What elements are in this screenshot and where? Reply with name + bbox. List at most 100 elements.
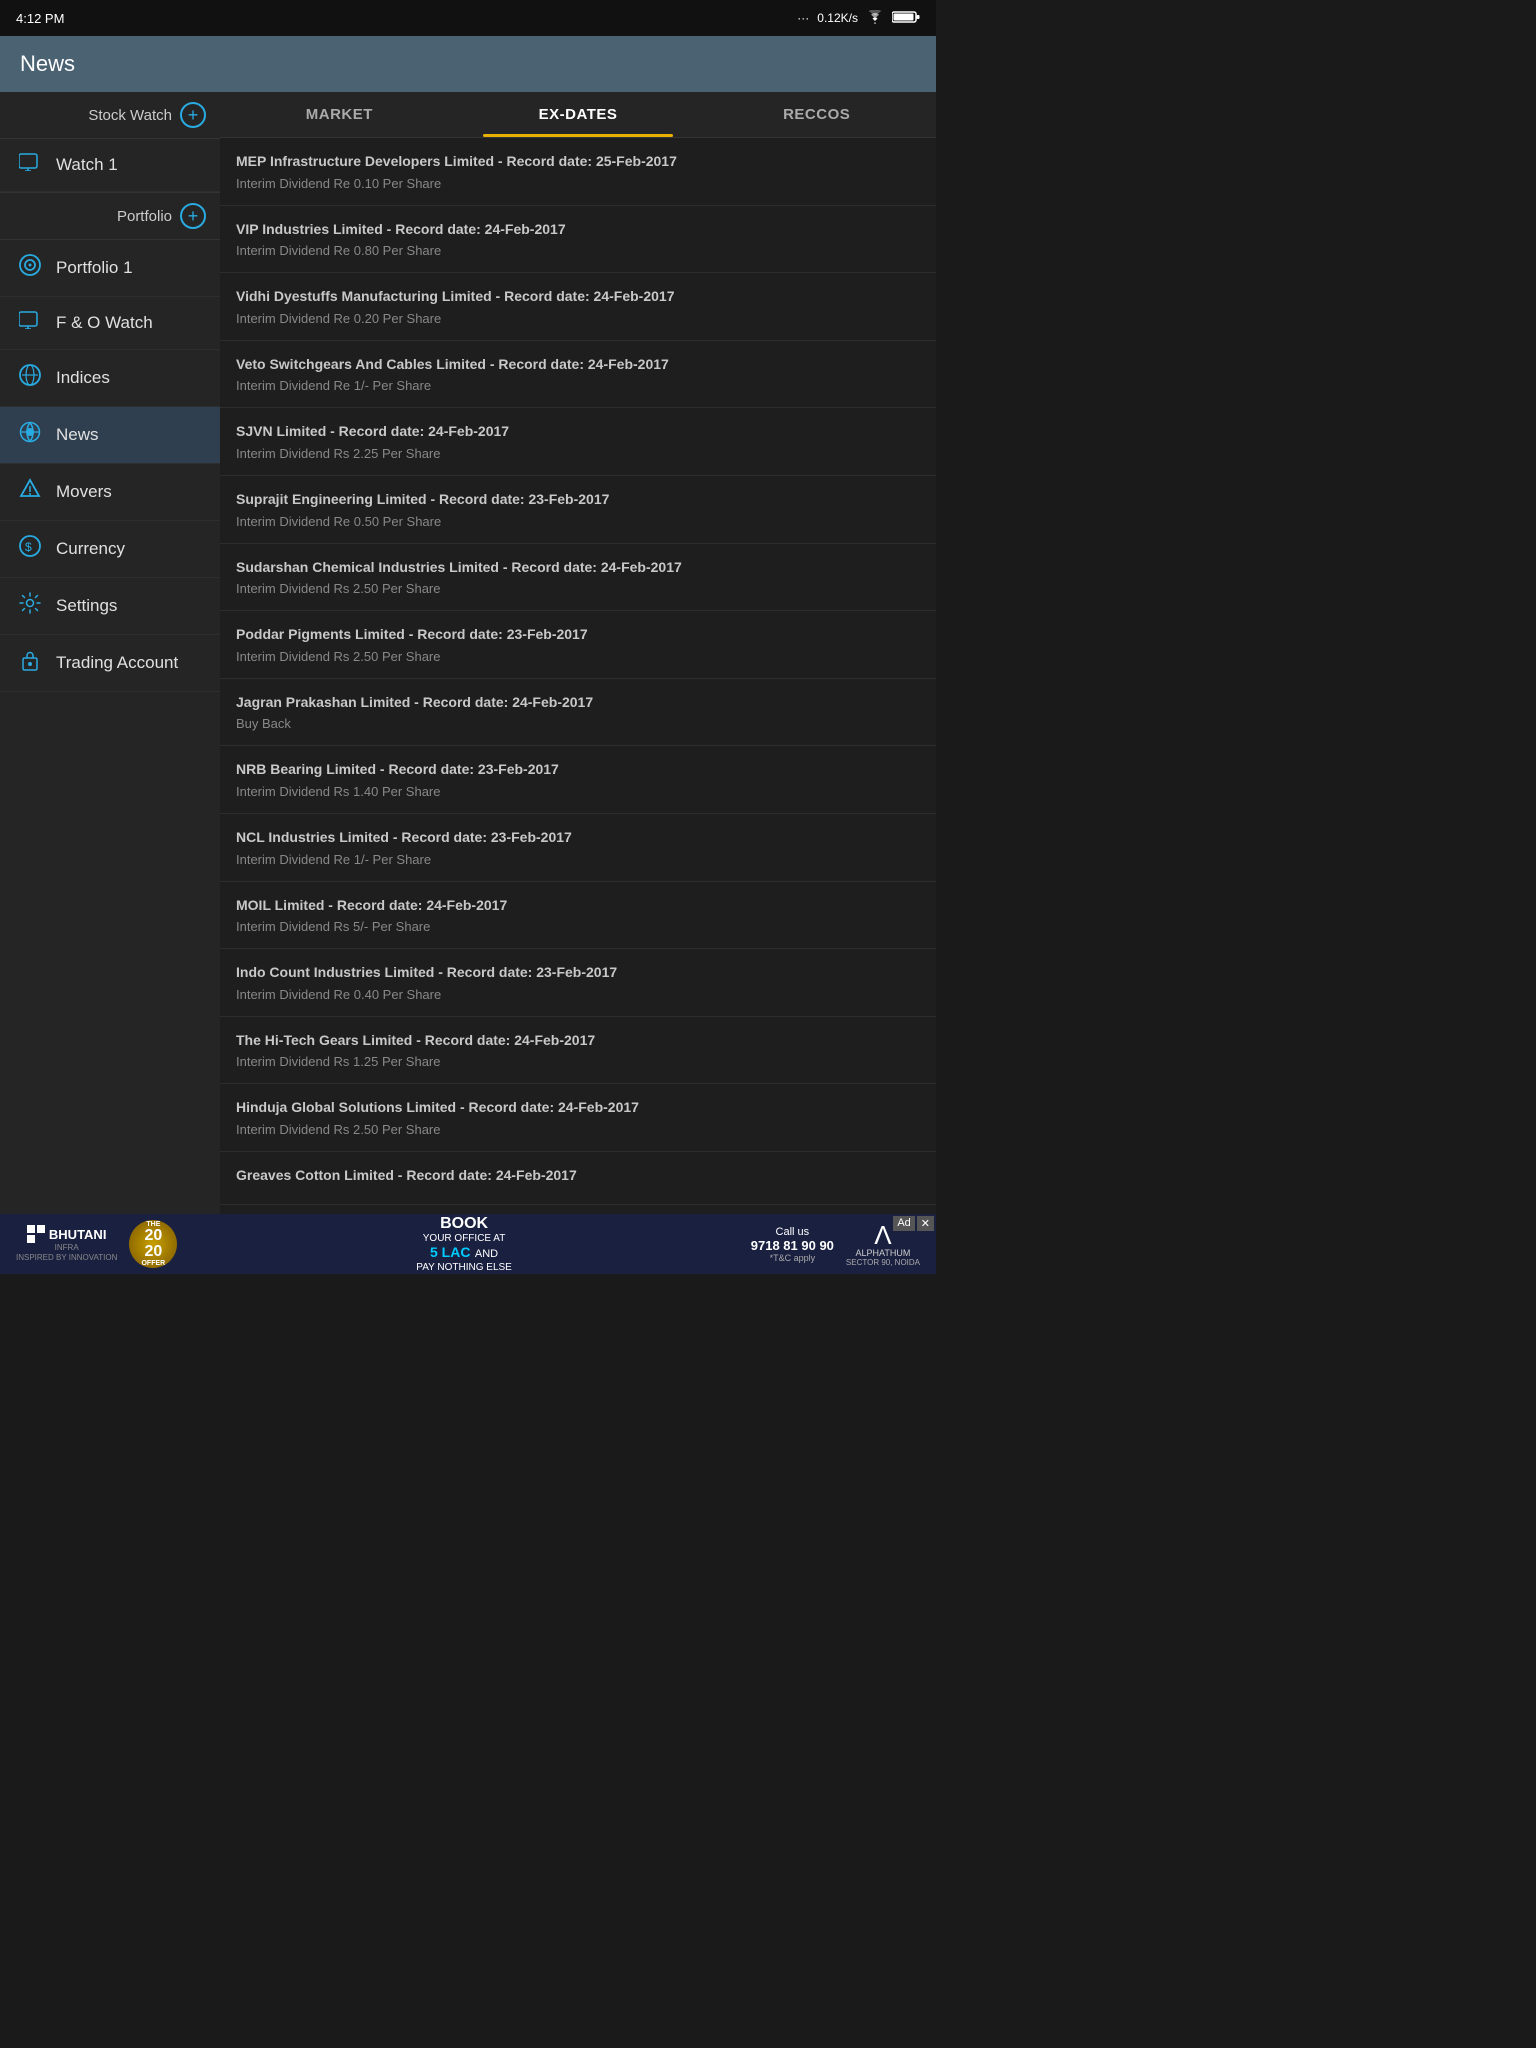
sidebar-item-trading-account[interactable]: Trading Account: [0, 635, 220, 692]
news-item[interactable]: MEP Infrastructure Developers Limited - …: [220, 138, 936, 206]
content-area: MARKET EX-DATES RECCOS MEP Infrastructur…: [220, 92, 936, 1214]
tab-ex-dates[interactable]: EX-DATES: [459, 92, 698, 137]
news-item[interactable]: Suprajit Engineering Limited - Record da…: [220, 476, 936, 544]
news-icon: [16, 421, 44, 449]
news-label: News: [56, 425, 99, 445]
news-item-title: Suprajit Engineering Limited - Record da…: [236, 490, 920, 510]
movers-label: Movers: [56, 482, 112, 502]
news-item[interactable]: Vidhi Dyestuffs Manufacturing Limited - …: [220, 273, 936, 341]
battery-icon: [892, 10, 920, 27]
portfolio1-label: Portfolio 1: [56, 258, 133, 278]
tabs-bar: MARKET EX-DATES RECCOS: [220, 92, 936, 138]
svg-text:$: $: [25, 540, 32, 554]
news-item[interactable]: The Hi-Tech Gears Limited - Record date:…: [220, 1017, 936, 1085]
news-item-subtitle: Interim Dividend Rs 2.50 Per Share: [236, 581, 920, 596]
sidebar: Stock Watch + Watch 1 Portfolio +: [0, 92, 220, 1214]
portfolio-icon: [16, 254, 44, 282]
news-item-subtitle: Interim Dividend Rs 2.25 Per Share: [236, 446, 920, 461]
news-item[interactable]: SJVN Limited - Record date: 24-Feb-2017 …: [220, 408, 936, 476]
movers-icon: [16, 478, 44, 506]
sidebar-item-settings[interactable]: Settings: [0, 578, 220, 635]
news-item[interactable]: MOIL Limited - Record date: 24-Feb-2017 …: [220, 882, 936, 950]
news-item-subtitle: Interim Dividend Rs 2.50 Per Share: [236, 1122, 920, 1137]
news-item-subtitle: Interim Dividend Re 0.80 Per Share: [236, 243, 920, 258]
sidebar-item-news[interactable]: News: [0, 407, 220, 464]
news-item-subtitle: Interim Dividend Rs 1.25 Per Share: [236, 1054, 920, 1069]
ad-alphathum-label: ALPHATHUM: [846, 1248, 920, 1258]
ad-tc-text: *T&C apply: [751, 1253, 834, 1263]
news-item[interactable]: Poddar Pigments Limited - Record date: 2…: [220, 611, 936, 679]
ad-logo-sub: INFRAINSPIRED BY INNOVATION: [16, 1243, 117, 1262]
sidebar-item-portfolio1[interactable]: Portfolio 1: [0, 240, 220, 297]
portfolio-header: Portfolio +: [0, 192, 220, 240]
news-item-title: Vidhi Dyestuffs Manufacturing Limited - …: [236, 287, 920, 307]
news-item-title: Indo Count Industries Limited - Record d…: [236, 963, 920, 983]
news-item-title: NCL Industries Limited - Record date: 23…: [236, 828, 920, 848]
add-stock-watch-button[interactable]: +: [180, 102, 206, 128]
news-item-subtitle: Interim Dividend Re 1/- Per Share: [236, 852, 920, 867]
wifi-icon: [866, 10, 884, 27]
ad-close-area: Ad ✕: [893, 1216, 934, 1231]
sidebar-item-movers[interactable]: Movers: [0, 464, 220, 521]
ad-logo-name: BHUTANI: [49, 1227, 107, 1242]
news-item-subtitle: Interim Dividend Re 0.50 Per Share: [236, 514, 920, 529]
status-time: 4:12 PM: [16, 11, 64, 26]
news-item[interactable]: Veto Switchgears And Cables Limited - Re…: [220, 341, 936, 409]
fo-watch-label: F & O Watch: [56, 313, 153, 333]
news-item[interactable]: Indo Count Industries Limited - Record d…: [220, 949, 936, 1017]
news-list: MEP Infrastructure Developers Limited - …: [220, 138, 936, 1214]
ad-pay-text: PAY NOTHING ELSE: [189, 1262, 738, 1273]
news-item-subtitle: Buy Back: [236, 716, 920, 731]
news-item-title: Greaves Cotton Limited - Record date: 24…: [236, 1166, 920, 1186]
main-layout: Stock Watch + Watch 1 Portfolio +: [0, 92, 936, 1214]
news-item[interactable]: Greaves Cotton Limited - Record date: 24…: [220, 1152, 936, 1205]
sidebar-item-indices[interactable]: Indices: [0, 350, 220, 407]
news-item[interactable]: NCL Industries Limited - Record date: 23…: [220, 814, 936, 882]
trading-account-icon: [16, 649, 44, 677]
ad-badge: THE 20 20 OFFER: [129, 1220, 177, 1268]
news-item-title: MEP Infrastructure Developers Limited - …: [236, 152, 920, 172]
news-item-title: SJVN Limited - Record date: 24-Feb-2017: [236, 422, 920, 442]
news-item-subtitle: Interim Dividend Re 1/- Per Share: [236, 378, 920, 393]
news-item-title: Hinduja Global Solutions Limited - Recor…: [236, 1098, 920, 1118]
news-item-subtitle: Interim Dividend Re 0.40 Per Share: [236, 987, 920, 1002]
add-portfolio-button[interactable]: +: [180, 203, 206, 229]
currency-label: Currency: [56, 539, 125, 559]
news-item-title: Poddar Pigments Limited - Record date: 2…: [236, 625, 920, 645]
status-bar: 4:12 PM ··· 0.12K/s: [0, 0, 936, 36]
sidebar-item-watch1[interactable]: Watch 1: [0, 139, 220, 192]
sidebar-item-fo-watch[interactable]: F & O Watch: [0, 297, 220, 350]
tab-market[interactable]: MARKET: [220, 92, 459, 137]
news-item[interactable]: Hinduja Global Solutions Limited - Recor…: [220, 1084, 936, 1152]
news-item[interactable]: VIP Industries Limited - Record date: 24…: [220, 206, 936, 274]
news-item-subtitle: Interim Dividend Rs 1.40 Per Share: [236, 784, 920, 799]
portfolio-label: Portfolio: [14, 208, 180, 225]
sidebar-item-currency[interactable]: $ Currency: [0, 521, 220, 578]
news-item-title: Sudarshan Chemical Industries Limited - …: [236, 558, 920, 578]
news-item-title: Veto Switchgears And Cables Limited - Re…: [236, 355, 920, 375]
ad-phone-number: 9718 81 90 90: [751, 1238, 834, 1253]
news-item[interactable]: Jagran Prakashan Limited - Record date: …: [220, 679, 936, 747]
signal-icon: ···: [797, 11, 809, 25]
trading-account-label: Trading Account: [56, 653, 178, 673]
news-item[interactable]: NRB Bearing Limited - Record date: 23-Fe…: [220, 746, 936, 814]
status-right: ··· 0.12K/s: [797, 10, 920, 27]
app-title: News: [20, 51, 75, 77]
ad-close-button[interactable]: ✕: [917, 1216, 934, 1231]
ad-logo: BHUTANI INFRAINSPIRED BY INNOVATION: [16, 1225, 117, 1262]
app-header: News: [0, 36, 936, 92]
news-item-title: VIP Industries Limited - Record date: 24…: [236, 220, 920, 240]
news-item-subtitle: Interim Dividend Re 0.10 Per Share: [236, 176, 920, 191]
news-item[interactable]: Sudarshan Chemical Industries Limited - …: [220, 544, 936, 612]
ad-label: Ad: [893, 1216, 914, 1231]
watch1-label: Watch 1: [56, 155, 118, 175]
ad-call-label: Call us: [751, 1226, 834, 1238]
ad-sector-label: SECTOR 90, NOIDA: [846, 1258, 920, 1267]
ad-banner: Ad ✕ BHUTANI INFRAINSPIRED BY INNOVATION…: [0, 1214, 936, 1274]
speed-indicator: 0.12K/s: [817, 11, 858, 25]
settings-icon: [16, 592, 44, 620]
tab-reccos[interactable]: RECCOS: [697, 92, 936, 137]
ad-book-text: BOOK: [189, 1215, 738, 1233]
news-item-title: The Hi-Tech Gears Limited - Record date:…: [236, 1031, 920, 1051]
stock-watch-label: Stock Watch: [14, 107, 180, 124]
